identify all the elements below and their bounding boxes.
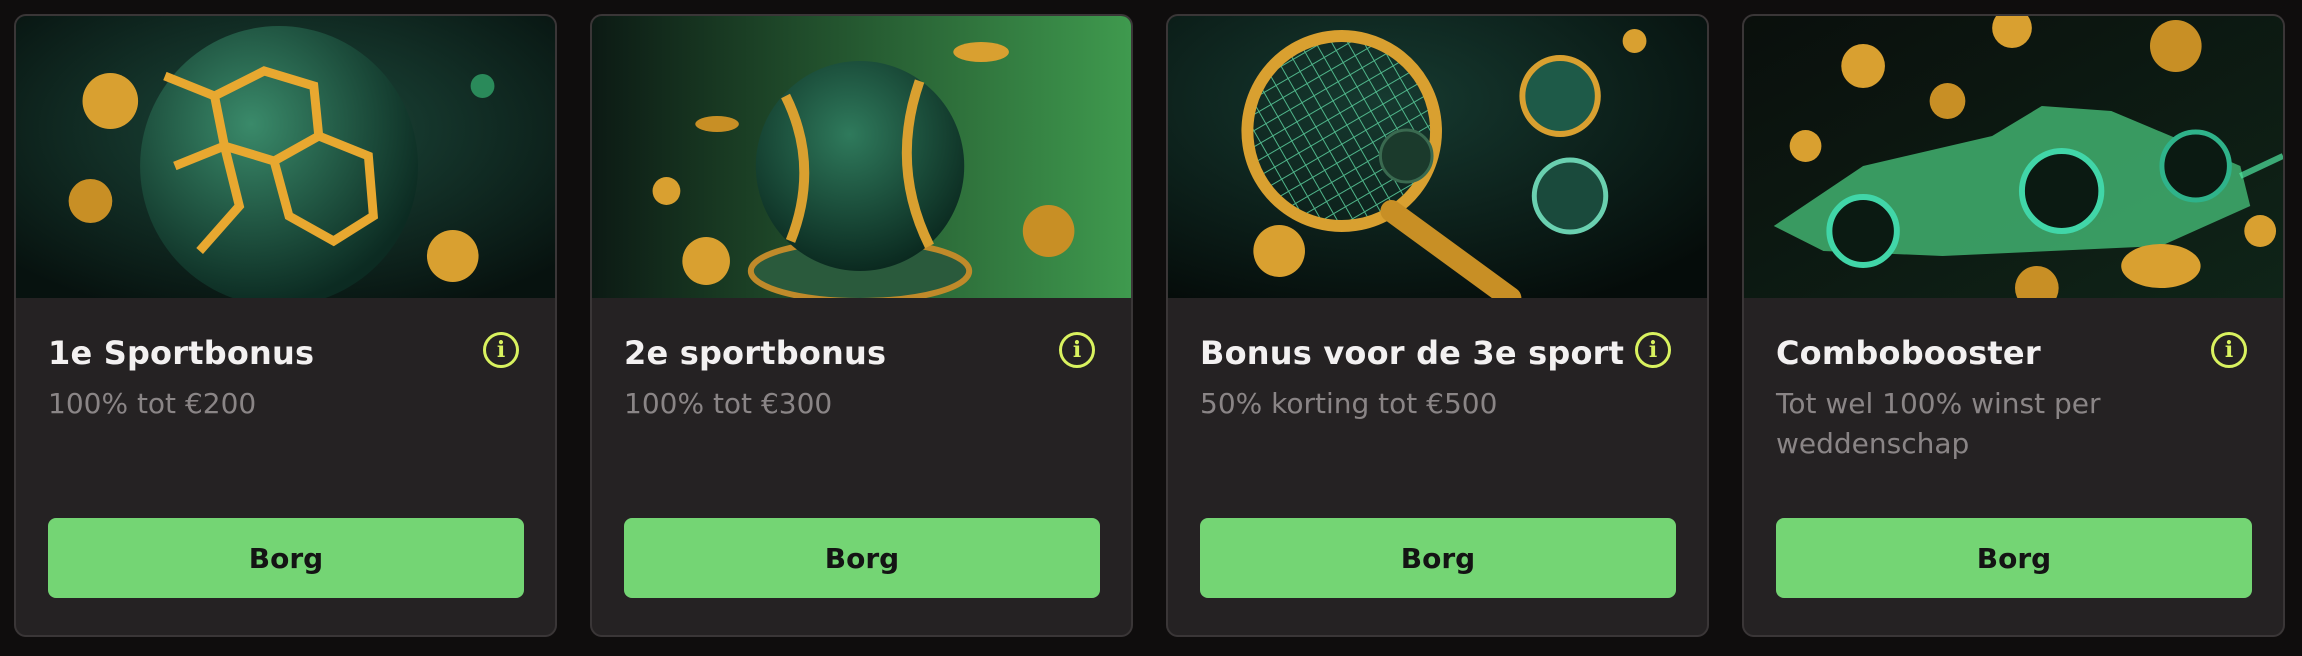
claim-button[interactable]: Borg	[1776, 518, 2252, 598]
baseball-image	[592, 16, 1131, 298]
card-description: 100% tot €200	[48, 387, 257, 420]
claim-button[interactable]: Borg	[624, 518, 1100, 598]
card-description: 50% korting tot €500	[1200, 387, 1498, 420]
info-icon[interactable]: i	[1059, 332, 1095, 368]
info-icon[interactable]: i	[2211, 332, 2247, 368]
bonus-card-sport-3: Bonus voor de 3e sport i 50% korting tot…	[1166, 14, 1709, 637]
race-car-image	[1744, 16, 2283, 298]
card-description: 100% tot €300	[624, 387, 833, 420]
card-title: 1e Sportbonus	[48, 334, 315, 372]
claim-button[interactable]: Borg	[1200, 518, 1676, 598]
tennis-racket-image	[1168, 16, 1707, 298]
card-title: Bonus voor de 3e sport	[1200, 334, 1625, 372]
bonus-card-row: 1e Sportbonus i 100% tot €200 Borg 2e sp…	[14, 14, 2285, 637]
info-icon[interactable]: i	[483, 332, 519, 368]
bonus-card-sport-2: 2e sportbonus i 100% tot €300 Borg	[590, 14, 1133, 637]
soccer-ball-image	[16, 16, 555, 298]
card-title: 2e sportbonus	[624, 334, 887, 372]
info-icon[interactable]: i	[1635, 332, 1671, 368]
bonus-card-combobooster: Combobooster i Tot wel 100% winst per we…	[1742, 14, 2285, 637]
bonus-card-sport-1: 1e Sportbonus i 100% tot €200 Borg	[14, 14, 557, 637]
claim-button[interactable]: Borg	[48, 518, 524, 598]
card-description: Tot wel 100% winst per weddenschap	[1776, 387, 2101, 460]
card-title: Combobooster	[1776, 334, 2041, 372]
